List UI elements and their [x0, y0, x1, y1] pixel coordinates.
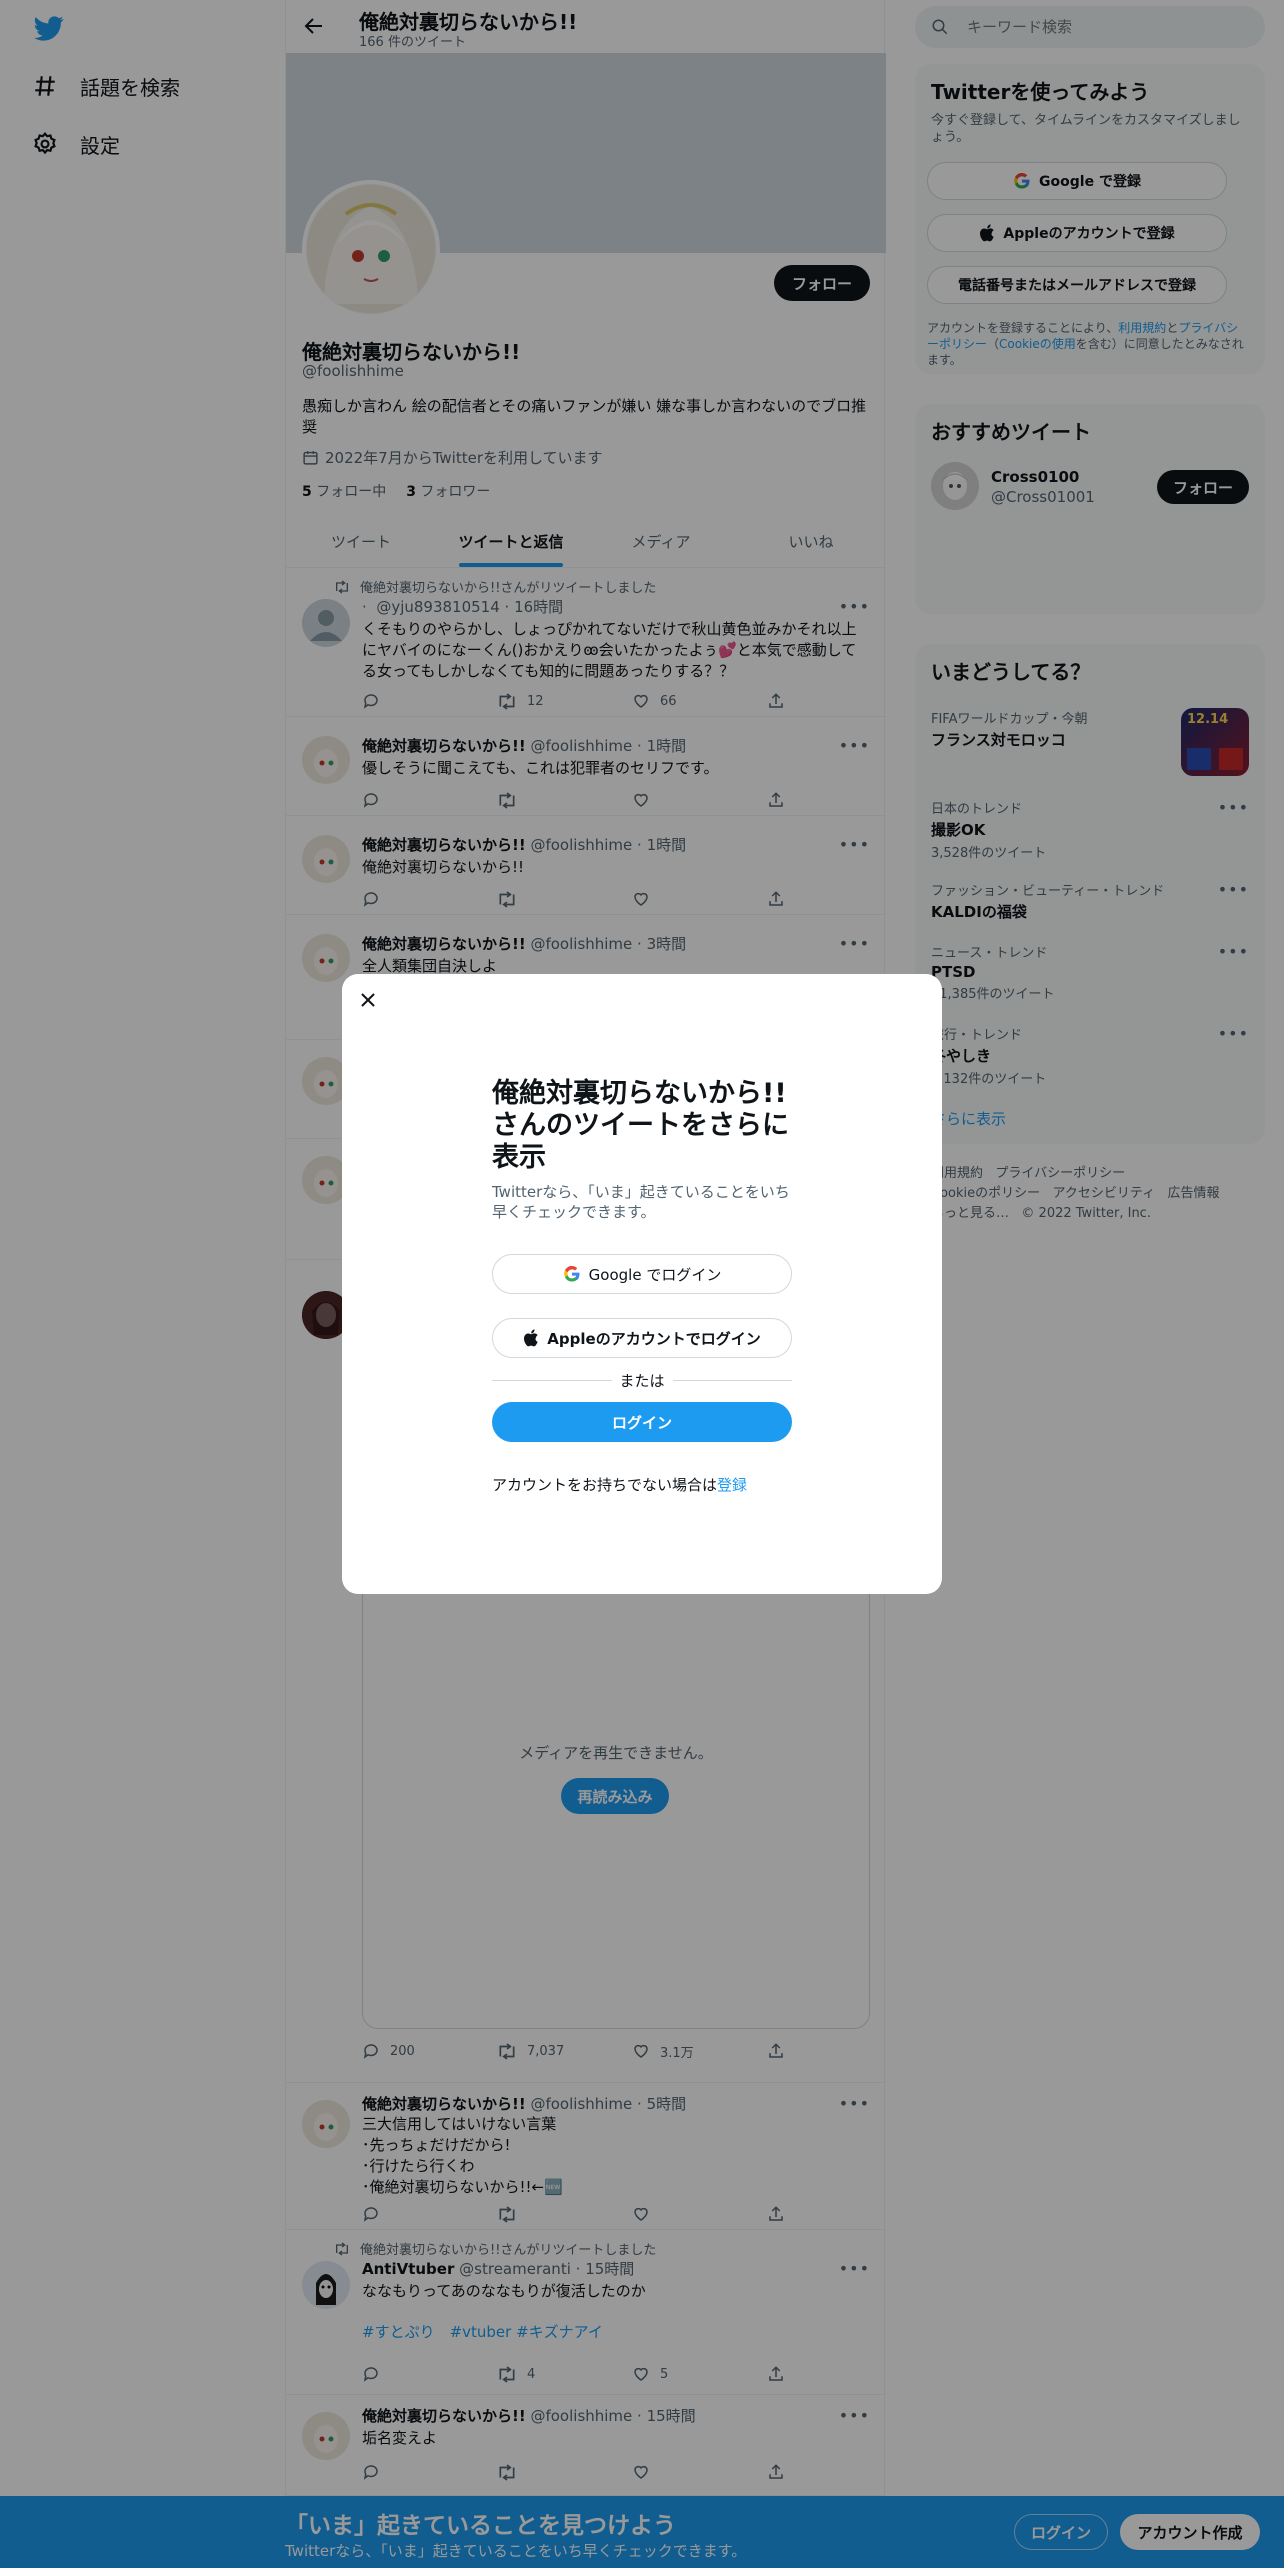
login-modal: 俺絶対裏切らないから!!さんのツイートをさらに表示 Twitterなら、「いま」…: [342, 974, 942, 1594]
modal-title: 俺絶対裏切らないから!!さんのツイートをさらに表示: [492, 1078, 789, 1173]
or-label: または: [619, 1371, 665, 1390]
signup-link[interactable]: 登録: [717, 1476, 747, 1494]
signup-prompt-text: アカウントをお持ちでない場合は: [492, 1476, 718, 1494]
close-icon[interactable]: [356, 988, 380, 1012]
signup-prompt: アカウントをお持ちでない場合は登録: [492, 1474, 747, 1495]
apple-login-button[interactable]: Appleのアカウントでログイン: [492, 1318, 792, 1358]
modal-subtitle: Twitterなら、「いま」起きていることをいち早くチェックできます。: [492, 1183, 790, 1221]
or-divider: または: [492, 1368, 793, 1392]
google-login-button[interactable]: Google でログイン: [492, 1254, 792, 1294]
apple-login-label: Appleのアカウントでログイン: [547, 1329, 761, 1348]
login-button[interactable]: ログイン: [492, 1402, 792, 1442]
google-login-label: Google でログイン: [588, 1265, 722, 1284]
apple-icon: [524, 1329, 538, 1347]
google-icon: [563, 1265, 580, 1282]
